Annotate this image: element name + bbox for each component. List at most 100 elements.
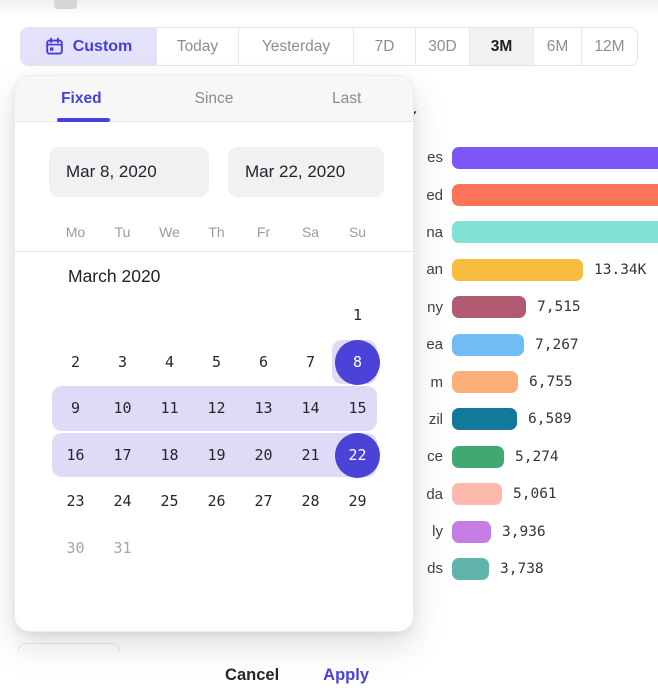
end-date-field[interactable]: Mar 22, 2020: [228, 147, 384, 197]
active-tab-underline: [57, 118, 110, 122]
calendar-week-row: 9101112131415: [52, 385, 381, 432]
toolbar-item-label: 7D: [375, 38, 395, 56]
calendar-day-26[interactable]: 26: [193, 478, 240, 525]
calendar-day-29[interactable]: 29: [334, 478, 381, 525]
divider: [15, 251, 413, 252]
calendar-day-3[interactable]: 3: [99, 339, 146, 386]
calendar-day-22[interactable]: 22: [334, 432, 381, 479]
toolbar-item-custom[interactable]: Custom: [21, 28, 156, 65]
country-bar[interactable]: [452, 446, 504, 468]
weekday-label: Sa: [287, 224, 334, 240]
cropped-element-fragment-top: [54, 0, 77, 9]
country-bar[interactable]: [452, 296, 526, 318]
top-edge-gradient: [0, 0, 658, 16]
country-bar[interactable]: [452, 221, 658, 243]
calendar-day-1[interactable]: 1: [334, 292, 381, 339]
apply-button[interactable]: Apply: [323, 666, 369, 685]
calendar-empty-cell: [240, 292, 287, 339]
calendar-empty-cell: [146, 292, 193, 339]
calendar-day-24[interactable]: 24: [99, 478, 146, 525]
tab-last[interactable]: Last: [280, 76, 413, 121]
toolbar-item-yesterday[interactable]: Yesterday: [238, 28, 353, 65]
country-bar[interactable]: [452, 184, 658, 206]
calendar-day-30[interactable]: 30: [52, 525, 99, 572]
calendar-day-13[interactable]: 13: [240, 385, 287, 432]
selected-day-circle: 22: [335, 433, 380, 478]
calendar-day-14[interactable]: 14: [287, 385, 334, 432]
calendar-empty-cell: [99, 292, 146, 339]
calendar-day-20[interactable]: 20: [240, 432, 287, 479]
tab-label: Last: [332, 90, 361, 108]
tab-label: Fixed: [61, 90, 101, 108]
country-value: 5,061: [513, 486, 557, 502]
calendar-week-row: 2345678: [52, 339, 381, 386]
toolbar-item-6m[interactable]: 6M: [533, 28, 581, 65]
toolbar-item-label: 6M: [547, 38, 569, 56]
calendar-day-27[interactable]: 27: [240, 478, 287, 525]
country-value: 13.34K: [594, 262, 646, 278]
calendar-day-7[interactable]: 7: [287, 339, 334, 386]
weekday-label: Th: [193, 224, 240, 240]
country-bar[interactable]: [452, 521, 491, 543]
calendar-day-6[interactable]: 6: [240, 339, 287, 386]
calendar-day-15[interactable]: 15: [334, 385, 381, 432]
toolbar-item-3m-selected[interactable]: 3M: [469, 28, 533, 65]
date-range-toolbar: Custom Today Yesterday 7D 30D 3M 6M 12M: [20, 27, 638, 66]
calendar-day-25[interactable]: 25: [146, 478, 193, 525]
calendar-day-19[interactable]: 19: [193, 432, 240, 479]
calendar-week-row: 1: [52, 292, 381, 339]
cancel-button[interactable]: Cancel: [225, 666, 279, 685]
weekday-label: Tu: [99, 224, 146, 240]
toolbar-item-label: 12M: [594, 38, 624, 56]
tab-fixed[interactable]: Fixed: [15, 76, 148, 121]
calendar-empty-cell: [334, 525, 381, 572]
calendar-week-row: 23242526272829: [52, 478, 381, 525]
calendar-day-4[interactable]: 4: [146, 339, 193, 386]
tab-label: Since: [195, 90, 234, 108]
calendar-empty-cell: [193, 292, 240, 339]
calendar-day-11[interactable]: 11: [146, 385, 193, 432]
weekday-label: Fr: [240, 224, 287, 240]
calendar-day-17[interactable]: 17: [99, 432, 146, 479]
toolbar-item-12m[interactable]: 12M: [581, 28, 637, 65]
calendar-day-16[interactable]: 16: [52, 432, 99, 479]
date-picker-footer: Cancel Apply: [15, 654, 413, 696]
calendar-day-5[interactable]: 5: [193, 339, 240, 386]
calendar-day-2[interactable]: 2: [52, 339, 99, 386]
calendar-day-10[interactable]: 10: [99, 385, 146, 432]
calendar-empty-cell: [287, 525, 334, 572]
country-bar[interactable]: [452, 334, 524, 356]
country-value: 7,267: [535, 337, 579, 353]
toolbar-item-30d[interactable]: 30D: [415, 28, 469, 65]
country-bar[interactable]: [452, 558, 489, 580]
calendar-empty-cell: [287, 292, 334, 339]
country-value: 3,738: [500, 561, 544, 577]
month-label: March 2020: [68, 266, 160, 287]
cropped-element-fragment-bottom: [18, 643, 120, 651]
toolbar-item-label: 30D: [428, 38, 456, 56]
calendar-day-31[interactable]: 31: [99, 525, 146, 572]
calendar-day-9[interactable]: 9: [52, 385, 99, 432]
country-value: 3,936: [502, 524, 546, 540]
weekday-label: Mo: [52, 224, 99, 240]
calendar-day-28[interactable]: 28: [287, 478, 334, 525]
country-bar[interactable]: [452, 408, 517, 430]
start-date-field[interactable]: Mar 8, 2020: [49, 147, 209, 197]
country-bar[interactable]: [452, 259, 583, 281]
calendar-day-18[interactable]: 18: [146, 432, 193, 479]
date-picker-tabs: Fixed Since Last: [15, 76, 413, 122]
calendar-day-12[interactable]: 12: [193, 385, 240, 432]
calendar-day-21[interactable]: 21: [287, 432, 334, 479]
toolbar-item-7d[interactable]: 7D: [353, 28, 415, 65]
calendar-day-8[interactable]: 8: [334, 339, 381, 386]
calendar-empty-cell: [146, 525, 193, 572]
calendar-day-23[interactable]: 23: [52, 478, 99, 525]
calendar-empty-cell: [52, 292, 99, 339]
calendar-week-row: 16171819202122: [52, 432, 381, 479]
toolbar-item-today[interactable]: Today: [156, 28, 238, 65]
country-bar[interactable]: [452, 483, 502, 505]
tab-since[interactable]: Since: [148, 76, 281, 121]
country-bar[interactable]: [452, 147, 658, 169]
country-bar[interactable]: [452, 371, 518, 393]
toolbar-item-label: Today: [177, 38, 218, 56]
